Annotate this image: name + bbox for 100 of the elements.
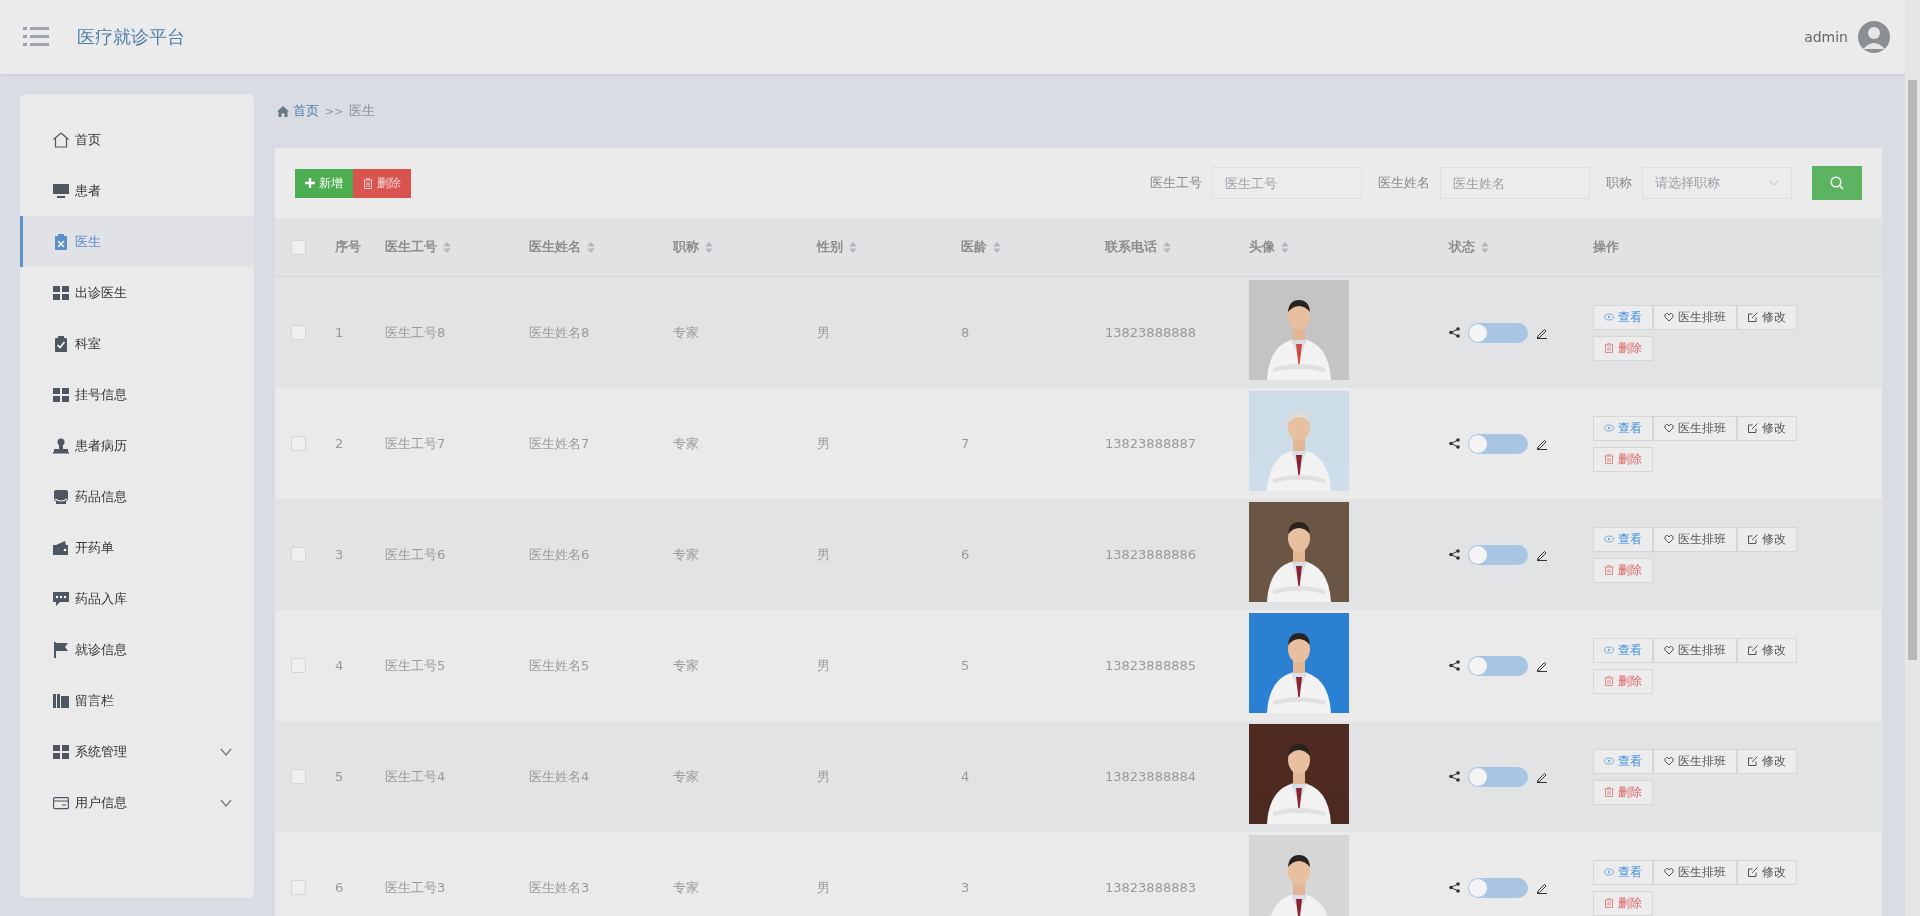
- edit-button[interactable]: 修改: [1737, 304, 1797, 330]
- edit-button[interactable]: 修改: [1737, 637, 1797, 663]
- schedule-button[interactable]: 医生排班: [1653, 748, 1737, 774]
- search-button[interactable]: [1812, 166, 1862, 200]
- checkbox[interactable]: [291, 880, 306, 895]
- view-button[interactable]: 查看: [1593, 415, 1653, 441]
- column-header[interactable]: 医生工号: [385, 238, 451, 256]
- pen-icon[interactable]: [1536, 326, 1548, 339]
- column-header[interactable]: 医生姓名: [529, 238, 595, 256]
- checkbox[interactable]: [291, 547, 306, 562]
- tray-icon: [53, 488, 69, 505]
- delete-button[interactable]: 删除: [353, 168, 411, 198]
- doctor-name: 医生姓名5: [529, 656, 591, 675]
- column-header[interactable]: 医龄: [961, 238, 1001, 256]
- share-icon[interactable]: [1449, 660, 1460, 671]
- status-switch[interactable]: [1468, 322, 1528, 343]
- pen-icon[interactable]: [1536, 437, 1548, 450]
- sidebar-item[interactable]: 开药单: [20, 522, 254, 573]
- search-field[interactable]: 医生姓名: [1440, 167, 1590, 199]
- add-button[interactable]: 新增: [295, 168, 353, 198]
- breadcrumb-current: 医生: [349, 102, 376, 120]
- sort-icon[interactable]: [1281, 241, 1289, 253]
- sidebar-item[interactable]: 系统管理: [20, 726, 254, 777]
- delete-button[interactable]: 删除: [1593, 668, 1653, 694]
- column-header[interactable]: 头像: [1249, 238, 1289, 256]
- sidebar-item[interactable]: 用户信息: [20, 777, 254, 828]
- sidebar-item[interactable]: 医生: [20, 216, 254, 267]
- sidebar-item[interactable]: 药品信息: [20, 471, 254, 522]
- heart-icon: [1664, 645, 1674, 655]
- share-icon[interactable]: [1449, 438, 1460, 449]
- sidebar-item[interactable]: 患者病历: [20, 420, 254, 471]
- schedule-button[interactable]: 医生排班: [1653, 415, 1737, 441]
- flag-icon: [53, 641, 69, 658]
- sidebar-item[interactable]: 就诊信息: [20, 624, 254, 675]
- eye-icon: [1604, 423, 1614, 433]
- checkbox[interactable]: [291, 239, 306, 255]
- menu-icon[interactable]: [23, 26, 49, 48]
- edit-button[interactable]: 修改: [1737, 748, 1797, 774]
- status-switch[interactable]: [1468, 877, 1528, 898]
- view-button[interactable]: 查看: [1593, 526, 1653, 552]
- status-switch[interactable]: [1468, 655, 1528, 676]
- schedule-button[interactable]: 医生排班: [1653, 526, 1737, 552]
- sidebar-item[interactable]: 患者: [20, 165, 254, 216]
- search-field[interactable]: 医生工号: [1212, 167, 1362, 199]
- sort-icon[interactable]: [993, 241, 1001, 253]
- status-switch[interactable]: [1468, 433, 1528, 454]
- scrollbar-thumb[interactable]: [1908, 80, 1917, 660]
- delete-button[interactable]: 删除: [1593, 557, 1653, 583]
- pen-icon[interactable]: [1536, 770, 1548, 783]
- delete-button[interactable]: 删除: [1593, 890, 1653, 916]
- checkbox[interactable]: [291, 769, 306, 784]
- share-icon[interactable]: [1449, 882, 1460, 893]
- view-button[interactable]: 查看: [1593, 637, 1653, 663]
- sidebar-item[interactable]: 出诊医生: [20, 267, 254, 318]
- view-button[interactable]: 查看: [1593, 859, 1653, 885]
- schedule-button[interactable]: 医生排班: [1653, 637, 1737, 663]
- delete-button[interactable]: 删除: [1593, 779, 1653, 805]
- checkbox[interactable]: [291, 325, 306, 340]
- sort-icon[interactable]: [1481, 241, 1489, 253]
- grid-icon: [53, 743, 69, 760]
- column-header[interactable]: 职称: [673, 238, 713, 256]
- filter-label: 医生工号: [1150, 174, 1202, 192]
- delete-button[interactable]: 删除: [1593, 446, 1653, 472]
- row-number: 3: [335, 547, 345, 562]
- edit-icon: [1748, 312, 1758, 322]
- sidebar-item[interactable]: 首页: [20, 114, 254, 165]
- avatar-icon[interactable]: [1858, 21, 1890, 53]
- checkbox[interactable]: [291, 658, 306, 673]
- user-name[interactable]: admin: [1804, 29, 1848, 45]
- view-button[interactable]: 查看: [1593, 304, 1653, 330]
- column-header[interactable]: 状态: [1449, 238, 1489, 256]
- share-icon[interactable]: [1449, 327, 1460, 338]
- schedule-button[interactable]: 医生排班: [1653, 304, 1737, 330]
- sidebar-item[interactable]: 挂号信息: [20, 369, 254, 420]
- pen-icon[interactable]: [1536, 881, 1548, 894]
- edit-button[interactable]: 修改: [1737, 415, 1797, 441]
- edit-button[interactable]: 修改: [1737, 526, 1797, 552]
- status-switch[interactable]: [1468, 544, 1528, 565]
- breadcrumb-link[interactable]: 首页: [293, 102, 319, 120]
- sort-icon[interactable]: [443, 241, 451, 253]
- schedule-button[interactable]: 医生排班: [1653, 859, 1737, 885]
- years-of-practice: 6: [961, 547, 971, 562]
- edit-button[interactable]: 修改: [1737, 859, 1797, 885]
- share-icon[interactable]: [1449, 771, 1460, 782]
- share-icon[interactable]: [1449, 549, 1460, 560]
- pen-icon[interactable]: [1536, 659, 1548, 672]
- sidebar-item[interactable]: 留言栏: [20, 675, 254, 726]
- sort-icon[interactable]: [705, 241, 713, 253]
- pen-icon[interactable]: [1536, 548, 1548, 561]
- column-header[interactable]: 性别: [817, 238, 857, 256]
- sort-icon[interactable]: [1163, 241, 1171, 253]
- checkbox[interactable]: [291, 436, 306, 451]
- delete-button[interactable]: 删除: [1593, 335, 1653, 361]
- status-switch[interactable]: [1468, 766, 1528, 787]
- sort-icon[interactable]: [587, 241, 595, 253]
- sort-icon[interactable]: [849, 241, 857, 253]
- column-header[interactable]: 联系电话: [1105, 238, 1171, 256]
- sidebar-item[interactable]: 药品入库: [20, 573, 254, 624]
- view-button[interactable]: 查看: [1593, 748, 1653, 774]
- sidebar-item[interactable]: 科室: [20, 318, 254, 369]
